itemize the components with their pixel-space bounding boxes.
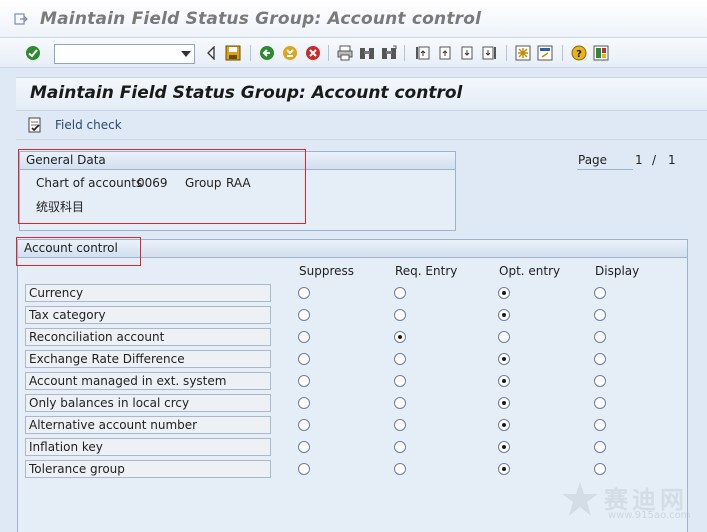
radio-opt-entry[interactable] [498, 353, 510, 365]
highlight-box [16, 237, 141, 266]
field-label: Tax category [25, 306, 271, 324]
layout-icon[interactable] [592, 44, 610, 62]
radio-opt-entry[interactable] [498, 463, 510, 475]
radio-display[interactable] [594, 287, 606, 299]
help-icon[interactable]: ? [570, 44, 588, 62]
radio-suppress[interactable] [298, 419, 310, 431]
radio-display[interactable] [594, 375, 606, 387]
toolbar-divider [562, 45, 563, 61]
radio-req-entry[interactable] [394, 375, 406, 387]
command-field[interactable] [54, 44, 195, 64]
divider [577, 169, 633, 170]
radio-display[interactable] [594, 309, 606, 321]
watermark-url: www.915ao.com [608, 510, 691, 521]
toolbar-divider [328, 45, 329, 61]
radio-suppress[interactable] [298, 353, 310, 365]
last-page-icon[interactable] [480, 44, 498, 62]
previous-page-icon[interactable] [436, 44, 454, 62]
radio-req-entry[interactable] [394, 441, 406, 453]
radio-req-entry[interactable] [394, 419, 406, 431]
field-label: Reconciliation account [25, 328, 271, 346]
radio-req-entry[interactable] [394, 353, 406, 365]
radio-req-entry[interactable] [394, 331, 406, 343]
radio-req-entry[interactable] [394, 309, 406, 321]
radio-display[interactable] [594, 397, 606, 409]
title-bar: Maintain Field Status Group: Account con… [0, 0, 707, 38]
command-input[interactable] [55, 45, 175, 63]
field-label: Account managed in ext. system [25, 372, 271, 390]
radio-display[interactable] [594, 353, 606, 365]
create-session-icon[interactable] [514, 44, 532, 62]
page-total: 1 [668, 153, 676, 167]
find-next-icon[interactable] [380, 44, 398, 62]
toolbar-divider [404, 45, 405, 61]
back-green-icon[interactable] [258, 44, 276, 62]
radio-opt-entry[interactable] [498, 441, 510, 453]
radio-opt-entry[interactable] [498, 287, 510, 299]
radio-suppress[interactable] [298, 463, 310, 475]
radio-opt-entry[interactable] [498, 331, 510, 343]
toolbar-divider [506, 45, 507, 61]
first-page-icon[interactable] [414, 44, 432, 62]
radio-opt-entry[interactable] [498, 419, 510, 431]
radio-suppress[interactable] [298, 441, 310, 453]
page-title: Maintain Field Status Group: Account con… [30, 83, 463, 103]
radio-suppress[interactable] [298, 309, 310, 321]
toolbar-divider [250, 45, 251, 61]
menu-icon[interactable] [14, 12, 28, 26]
radio-opt-entry[interactable] [498, 309, 510, 321]
radio-display[interactable] [594, 463, 606, 475]
watermark: 赛迪网 www.915ao.com [560, 478, 705, 530]
application-toolbar: Field check [16, 110, 707, 140]
radio-suppress[interactable] [298, 397, 310, 409]
field-label: Currency [25, 284, 271, 302]
radio-suppress[interactable] [298, 331, 310, 343]
radio-req-entry[interactable] [394, 463, 406, 475]
field-check-button[interactable]: Field check [55, 118, 122, 132]
radio-suppress[interactable] [298, 287, 310, 299]
field-label: Inflation key [25, 438, 271, 456]
radio-display[interactable] [594, 419, 606, 431]
column-header-display: Display [595, 264, 640, 278]
column-header-req-entry: Req. Entry [395, 264, 458, 278]
highlight-box [18, 149, 306, 224]
enter-icon[interactable] [24, 44, 42, 62]
save-icon[interactable] [224, 44, 242, 62]
shortcut-icon[interactable] [536, 44, 554, 62]
chevron-down-icon[interactable] [181, 51, 191, 57]
column-header-opt-entry: Opt. entry [499, 264, 561, 278]
radio-display[interactable] [594, 441, 606, 453]
radio-req-entry[interactable] [394, 397, 406, 409]
field-label: Tolerance group [25, 460, 271, 478]
field-label: Alternative account number [25, 416, 271, 434]
field-check-icon[interactable] [27, 117, 43, 133]
exit-icon[interactable] [281, 44, 299, 62]
back-icon[interactable] [202, 44, 220, 62]
watermark-logo-icon [562, 482, 598, 516]
radio-opt-entry[interactable] [498, 397, 510, 409]
next-page-icon[interactable] [458, 44, 476, 62]
radio-display[interactable] [594, 331, 606, 343]
svg-text:?: ? [576, 49, 582, 60]
radio-suppress[interactable] [298, 375, 310, 387]
column-header-suppress: Suppress [299, 264, 355, 278]
print-icon[interactable] [336, 44, 354, 62]
page-current: 1 [635, 153, 643, 167]
screen-header: Maintain Field Status Group: Account con… [16, 77, 707, 110]
page-label: Page [578, 153, 608, 167]
window-title: Maintain Field Status Group: Account con… [40, 9, 482, 29]
page-separator: / [652, 153, 657, 167]
radio-req-entry[interactable] [394, 287, 406, 299]
field-label: Only balances in local crcy [25, 394, 271, 412]
find-icon[interactable] [358, 44, 376, 62]
cancel-icon[interactable] [304, 44, 322, 62]
radio-opt-entry[interactable] [498, 375, 510, 387]
field-label: Exchange Rate Difference [25, 350, 271, 368]
